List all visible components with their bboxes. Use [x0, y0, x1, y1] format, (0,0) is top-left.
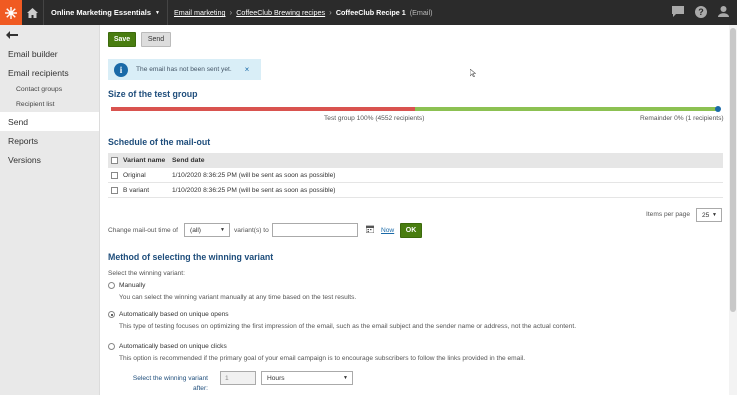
sidebar-item-contact-groups[interactable]: Contact groups: [0, 82, 99, 97]
chevron-right-icon: ›: [329, 8, 332, 17]
option-label-unique-clicks: Automatically based on unique clicks: [119, 343, 227, 350]
column-send-date: Send date: [172, 157, 205, 164]
table-header: Variant name Send date: [108, 153, 723, 168]
variant-select[interactable]: (all) ▼: [184, 223, 230, 237]
select-all-checkbox[interactable]: [111, 157, 118, 164]
test-group-slider-handle[interactable]: [715, 106, 721, 112]
breadcrumb-current-type: (Email): [409, 8, 433, 17]
send-date: 1/10/2020 8:36:25 PM (will be sent as so…: [172, 171, 336, 179]
test-group-heading: Size of the test group: [108, 89, 198, 99]
row-checkbox[interactable]: [111, 186, 118, 194]
chevron-down-icon: ▼: [155, 9, 160, 16]
radio-unique-clicks[interactable]: [108, 343, 115, 350]
winning-after-unit-select[interactable]: Hours ▼: [261, 371, 353, 385]
home-icon[interactable]: [22, 0, 44, 25]
scrollbar-thumb[interactable]: [730, 28, 736, 312]
sidebar-item-send[interactable]: Send: [0, 112, 99, 131]
column-variant-name: Variant name: [123, 157, 166, 164]
sidebar-item-email-recipients[interactable]: Email recipients: [0, 63, 99, 82]
variant-select-value: (all): [190, 226, 201, 234]
caret-down-icon: ▼: [712, 212, 717, 218]
items-per-page-select[interactable]: 25 ▼: [696, 208, 722, 222]
back-arrow-icon[interactable]: [0, 25, 99, 44]
send-button[interactable]: Send: [141, 32, 171, 47]
schedule-heading: Schedule of the mail-out: [108, 137, 211, 147]
close-icon[interactable]: ×: [245, 65, 250, 74]
site-name: Online Marketing Essentials: [51, 8, 152, 17]
test-group-bar: [111, 107, 415, 111]
user-icon[interactable]: [718, 6, 729, 19]
breadcrumb-email-marketing[interactable]: Email marketing: [174, 8, 226, 17]
help-icon[interactable]: ?: [695, 5, 707, 20]
app-logo-icon[interactable]: [0, 0, 22, 25]
send-date: 1/10/2020 8:36:25 PM (will be sent as so…: [172, 186, 336, 194]
items-per-page-label: Items per page: [646, 211, 690, 218]
sidebar-item-reports[interactable]: Reports: [0, 131, 99, 150]
radio-manually[interactable]: [108, 282, 115, 289]
svg-text:?: ?: [698, 7, 704, 17]
variant-name: Original: [123, 171, 146, 179]
table-row: Original 1/10/2020 8:36:25 PM (will be s…: [108, 168, 723, 183]
main-content: Save Send i The email has not been sent …: [100, 25, 729, 395]
sidebar-item-recipient-list[interactable]: Recipient list: [0, 97, 99, 112]
breadcrumb-current: CoffeeClub Recipe 1: [335, 8, 406, 17]
remainder-label: Remainder 0% (1 recipients): [640, 115, 724, 122]
variants-to-label: variant(s) to: [234, 227, 269, 234]
items-per-page-value: 25: [702, 211, 710, 219]
status-alert: i The email has not been sent yet. ×: [108, 59, 261, 80]
info-icon: i: [114, 62, 128, 77]
schedule-table: Variant name Send date Original 1/10/202…: [108, 153, 723, 198]
option-desc-unique-clicks: This option is recommended if the primar…: [119, 355, 526, 362]
sidebar-item-versions[interactable]: Versions: [0, 150, 99, 169]
radio-unique-opens[interactable]: [108, 311, 115, 318]
variant-name: B variant: [123, 186, 150, 194]
sidebar-item-email-builder[interactable]: Email builder: [0, 44, 99, 63]
site-selector[interactable]: Online Marketing Essentials ▼: [44, 0, 168, 25]
select-winning-label: Select the winning variant:: [108, 270, 185, 277]
ok-button[interactable]: OK: [400, 223, 422, 238]
option-label-manually: Manually: [119, 282, 146, 289]
option-desc-unique-opens: This type of testing focuses on optimizi…: [119, 323, 577, 330]
row-checkbox[interactable]: [111, 171, 118, 179]
test-group-label: Test group 100% (4552 recipients): [324, 115, 425, 122]
chevron-right-icon: ›: [229, 8, 233, 17]
mouse-cursor-icon: [470, 69, 476, 77]
remainder-bar: [415, 107, 718, 111]
winning-after-unit-value: Hours: [267, 374, 285, 382]
breadcrumb: Email marketing › CoffeeClub Brewing rec…: [168, 8, 433, 17]
top-bar: Online Marketing Essentials ▼ Email mark…: [0, 0, 737, 25]
mailout-date-input[interactable]: [272, 223, 358, 237]
winning-after-label: Select the winning variant: [132, 375, 208, 382]
alert-text: The email has not been sent yet.: [136, 66, 232, 73]
winning-after-label-2: after:: [192, 385, 208, 392]
chat-icon[interactable]: [672, 6, 684, 19]
calendar-icon[interactable]: [365, 225, 375, 235]
caret-down-icon: ▼: [343, 375, 348, 381]
sidebar: Email builder Email recipients Contact g…: [0, 25, 100, 395]
breadcrumb-coffeeclub-recipes[interactable]: CoffeeClub Brewing recipes: [236, 8, 325, 17]
scrollbar[interactable]: [729, 25, 737, 395]
winning-after-input[interactable]: 1: [220, 371, 256, 385]
method-heading: Method of selecting the winning variant: [108, 252, 274, 262]
now-link[interactable]: Now: [381, 227, 394, 234]
option-desc-manually: You can select the winning variant manua…: [119, 294, 357, 301]
table-row: B variant 1/10/2020 8:36:25 PM (will be …: [108, 183, 723, 198]
caret-down-icon: ▼: [220, 227, 225, 233]
option-label-unique-opens: Automatically based on unique opens: [119, 311, 229, 318]
change-mailout-label: Change mail-out time of: [108, 227, 179, 234]
save-button[interactable]: Save: [108, 32, 136, 47]
